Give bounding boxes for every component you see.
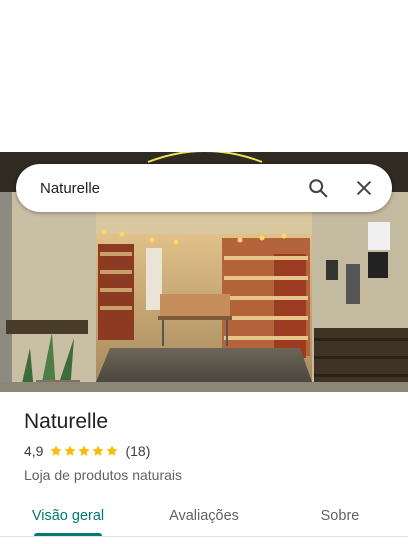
place-category: Loja de produtos naturais — [24, 467, 182, 483]
tab-divider — [0, 536, 408, 537]
place-tabs: Visão geral Avaliações Sobre — [0, 496, 408, 536]
star-icon — [92, 445, 105, 456]
tab-overview-label: Visão geral — [31, 508, 105, 524]
star-icon — [50, 445, 63, 456]
search-bar[interactable]: Naturelle — [16, 164, 392, 212]
star-icon — [78, 445, 91, 456]
place-title: Naturelle — [24, 410, 109, 433]
rating-value: 4,9 — [24, 443, 44, 459]
search-button[interactable] — [298, 168, 338, 208]
place-info: Naturelle 4,9 (18) Loja de produtos natu… — [24, 408, 384, 484]
search-icon — [309, 179, 328, 198]
search-input[interactable]: Naturelle — [16, 180, 298, 197]
tab-about-label: Sobre — [320, 508, 360, 524]
tab-reviews-label: Avaliações — [169, 508, 239, 524]
star-icon — [106, 445, 119, 456]
close-icon — [357, 181, 371, 195]
tab-overview[interactable]: Visão geral — [0, 496, 136, 536]
review-count: (18) — [125, 443, 151, 459]
rating-stars — [49, 444, 119, 458]
star-icon — [64, 445, 77, 456]
rating-row[interactable]: 4,9 (18) — [24, 442, 384, 460]
blank-area — [0, 0, 408, 152]
tab-reviews[interactable]: Avaliações — [136, 496, 272, 536]
tab-about[interactable]: Sobre — [272, 496, 408, 536]
clear-search-button[interactable] — [344, 168, 384, 208]
